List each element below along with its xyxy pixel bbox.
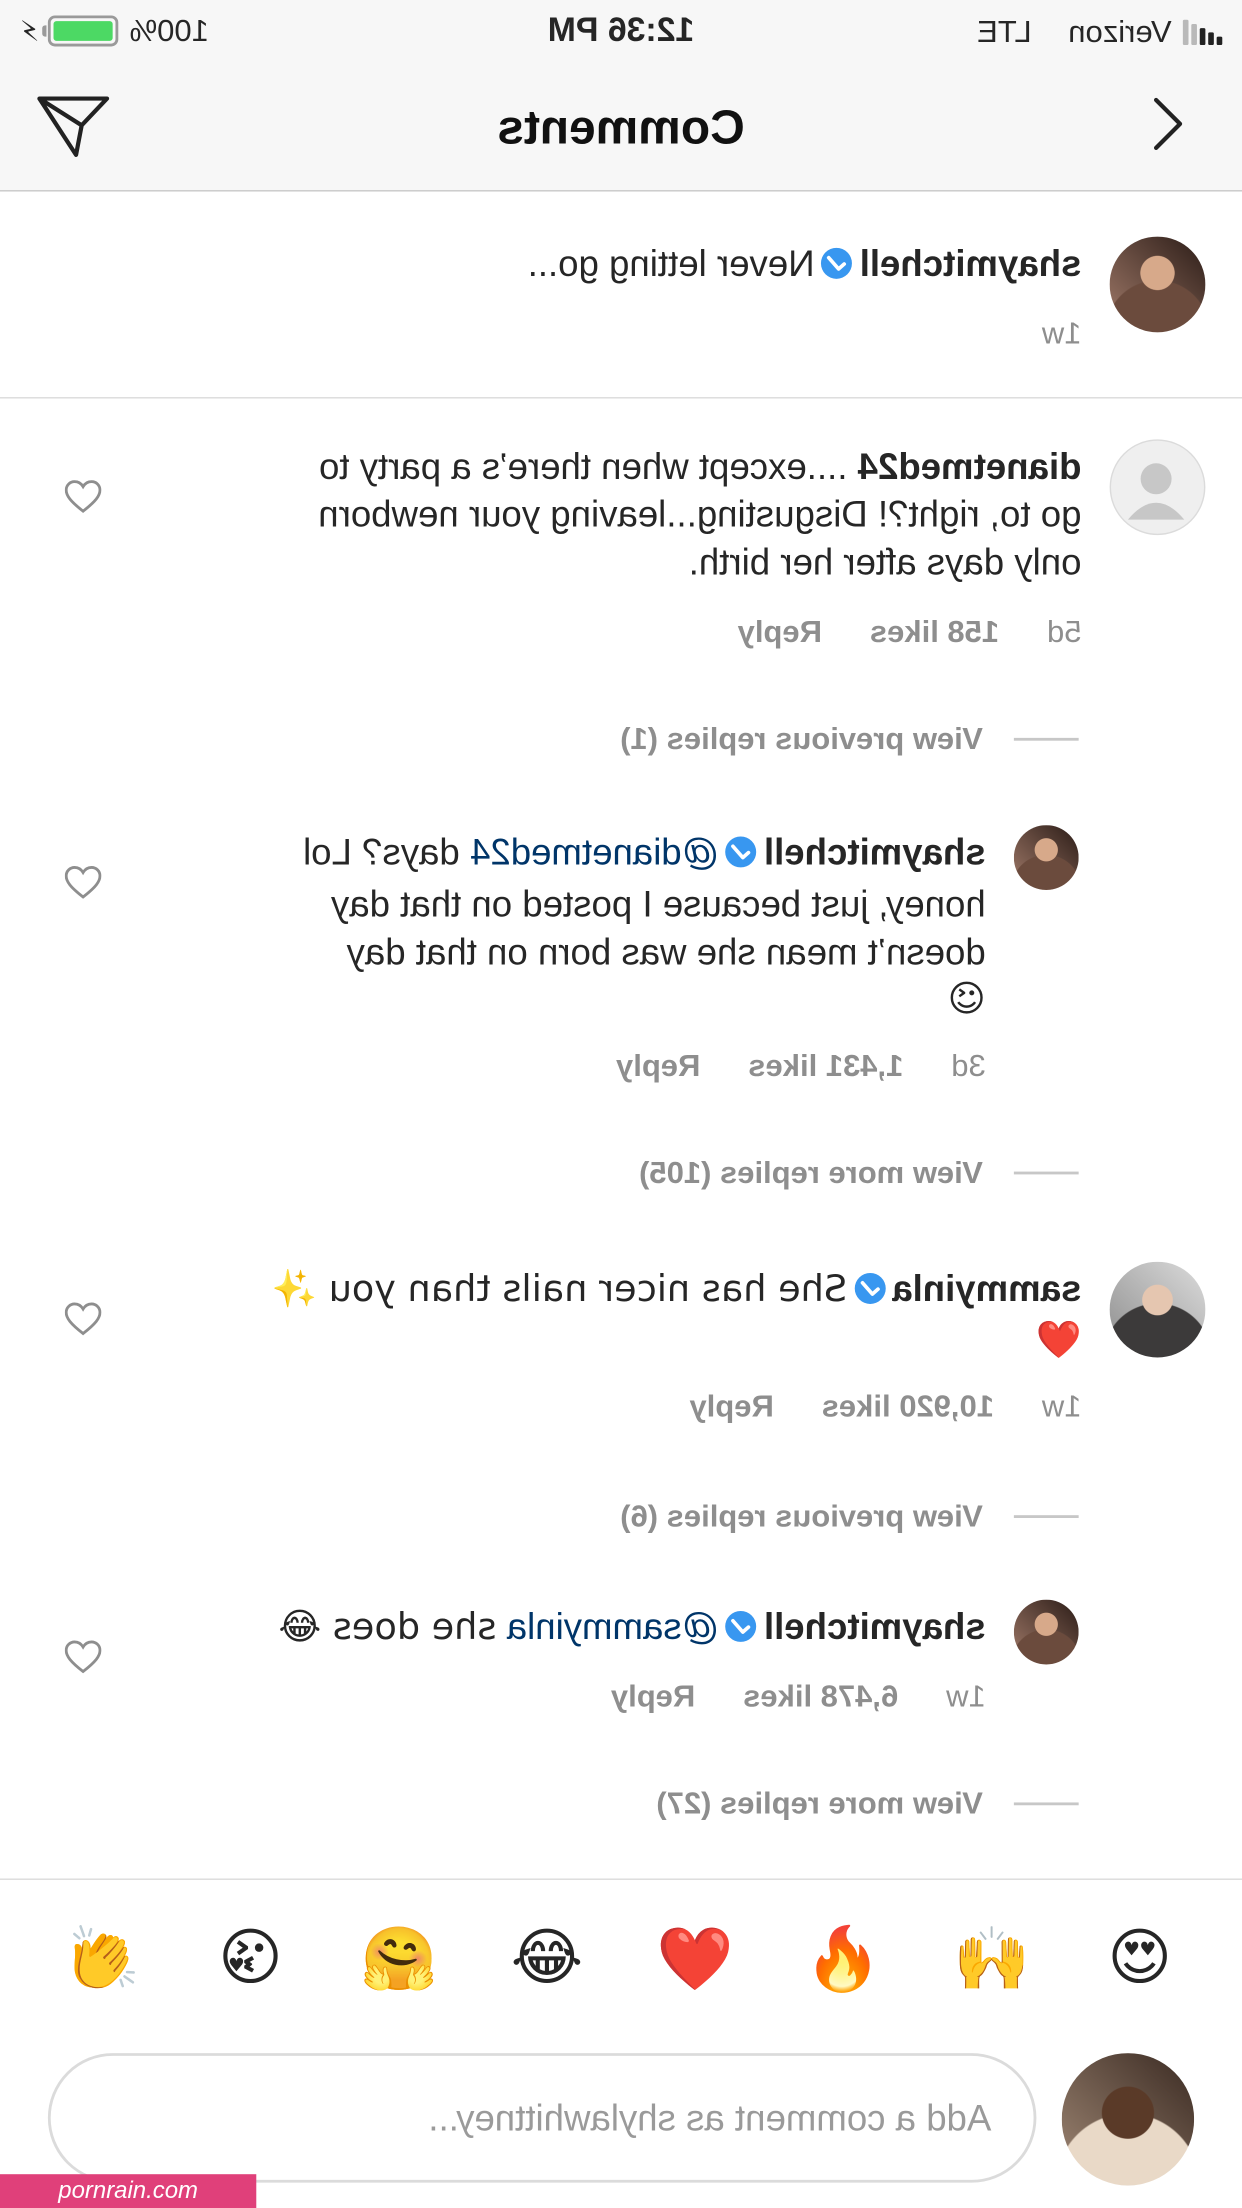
- battery-percent: 100%: [129, 12, 209, 48]
- comment-input[interactable]: Add a comment as shylawhittney...: [47, 2053, 1037, 2183]
- replies-line: [1013, 1171, 1079, 1175]
- reply-time: 1w: [946, 1678, 986, 1714]
- heart-icon: [64, 1640, 102, 1674]
- reply-username[interactable]: shaymitchell: [764, 1605, 986, 1647]
- view-replies-label: View previous replies (1): [620, 720, 983, 757]
- caption-text: shaymitchell Never letting go...: [180, 239, 1082, 292]
- caption-body: Never letting go...: [527, 242, 815, 285]
- replies-line: [1013, 737, 1079, 741]
- share-button[interactable]: [31, 90, 115, 163]
- likes-count[interactable]: 6,478 likes: [743, 1679, 898, 1716]
- mention-link[interactable]: @dianetmed24: [470, 831, 719, 873]
- reply-button[interactable]: Reply: [738, 614, 822, 651]
- reply-line: honey, just because I posted on that day: [330, 882, 986, 926]
- reply-button[interactable]: Reply: [611, 1679, 695, 1716]
- emoji-laughing-button[interactable]: 😂: [502, 1913, 592, 2003]
- nav-bar: Comments: [0, 61, 1242, 192]
- comment-line: She has nicer nails than you ✨: [271, 1268, 848, 1311]
- mention-link[interactable]: @sammyinla: [507, 1605, 719, 1647]
- comment-text: sammyinlaShe has nicer nails than you ✨ …: [152, 1265, 1081, 1365]
- comment-line: only days after her birth.: [688, 540, 1082, 583]
- caption-time: 1w: [1041, 315, 1082, 351]
- battery-icon: [47, 15, 119, 47]
- view-replies-link[interactable]: View previous replies (1): [620, 720, 1079, 758]
- comment-username[interactable]: dianetmed24: [858, 445, 1082, 487]
- composer-avatar: [1061, 2053, 1195, 2186]
- caption-meta: 1w: [1042, 315, 1082, 352]
- reply-meta: 1w 6,478 likes Reply: [611, 1679, 986, 1716]
- reply-username[interactable]: shaymitchell: [764, 831, 986, 873]
- status-right: 100% ⚡: [20, 13, 209, 50]
- verified-badge-icon: [820, 244, 854, 292]
- comment-time: 1w: [1041, 1388, 1082, 1424]
- view-replies-link[interactable]: View more replies (105): [639, 1155, 1079, 1192]
- view-replies-label: View previous replies (6): [620, 1498, 983, 1534]
- reply-button[interactable]: Reply: [689, 1388, 773, 1425]
- page-title: Comments: [497, 101, 745, 155]
- emoji-quick-bar: 😍 🙌 🔥 ❤️ 😂 🤗 😘 👏: [0, 1878, 1242, 2037]
- replies-line: [1013, 1515, 1079, 1518]
- like-button[interactable]: [62, 1298, 104, 1340]
- emoji-raised-hands-button[interactable]: 🙌: [946, 1913, 1036, 2003]
- comment-text: dianetmed24 ....except when there’s a pa…: [152, 442, 1081, 586]
- like-button[interactable]: [62, 1636, 104, 1678]
- watermark: pornrain.com: [0, 2174, 257, 2208]
- comment-username[interactable]: sammyinla: [892, 1267, 1081, 1309]
- comment-line: go to, right?! Disgusting...leaving your…: [318, 492, 1082, 536]
- likes-count[interactable]: 1,431 likes: [748, 1048, 903, 1085]
- comment-meta: 1w 10,920 likes Reply: [689, 1388, 1081, 1425]
- verified-badge-icon: [724, 1607, 758, 1655]
- view-replies-link[interactable]: View previous replies (6): [620, 1498, 1079, 1535]
- verified-badge-icon: [724, 832, 758, 880]
- emoji-clapping-button[interactable]: 👏: [57, 1913, 147, 2003]
- charging-icon: ⚡: [19, 16, 40, 48]
- reply-line: days? Lol: [303, 830, 460, 874]
- reply-line: doesn’t mean she was born on that day: [346, 930, 986, 974]
- reply-avatar[interactable]: [1013, 1599, 1079, 1665]
- emoji-kiss-button[interactable]: 😘: [205, 1913, 295, 2003]
- heart-icon: [64, 866, 102, 899]
- verified-badge-icon: [853, 1269, 887, 1317]
- status-bar: Verizon LTE 12:36 PM 100% ⚡: [0, 0, 1242, 62]
- reply-button[interactable]: Reply: [616, 1048, 700, 1085]
- reply-time: 3d: [951, 1047, 986, 1083]
- comment-avatar[interactable]: [1109, 439, 1206, 536]
- emoji-red-heart-button[interactable]: ❤️: [650, 1913, 740, 2003]
- reply-meta: 3d 1,431 likes Reply: [616, 1048, 986, 1085]
- heart-icon: [64, 480, 102, 513]
- replies-line: [1013, 1802, 1079, 1806]
- like-button[interactable]: [62, 862, 104, 904]
- comment-meta: 5d 158 likes Reply: [738, 614, 1082, 651]
- reply-avatar[interactable]: [1013, 825, 1079, 890]
- reply-line: she does 😂: [278, 1606, 497, 1649]
- likes-count[interactable]: 10,920 likes: [822, 1388, 994, 1425]
- emoji-fire-button[interactable]: 🔥: [798, 1913, 888, 2003]
- caption-avatar[interactable]: [1109, 236, 1206, 333]
- default-user-icon: [1127, 463, 1185, 520]
- view-replies-label: View more replies (105): [639, 1154, 983, 1190]
- heart-icon: [64, 1302, 102, 1336]
- reply-text: shaymitchell @sammyinla she does 😂: [141, 1602, 986, 1654]
- comment-emoji: ❤️: [1035, 1319, 1082, 1362]
- caption-username[interactable]: shaymitchell: [860, 242, 1082, 284]
- view-replies-label: View more replies (27): [656, 1785, 983, 1821]
- comment-avatar[interactable]: [1109, 1261, 1206, 1358]
- emoji-hugging-button[interactable]: 🤗: [354, 1913, 444, 2003]
- reply-emoji: 😉: [947, 978, 986, 1021]
- view-replies-link[interactable]: View more replies (27): [656, 1785, 1079, 1823]
- direct-send-icon: [37, 96, 110, 158]
- like-button[interactable]: [62, 476, 104, 518]
- likes-count[interactable]: 158 likes: [870, 614, 999, 651]
- comment-line: ....except when there’s a party to: [318, 444, 848, 488]
- reply-text: shaymitchell @dianetmed24 days? Lol honey…: [169, 828, 986, 1024]
- comment-time: 5d: [1046, 613, 1082, 650]
- emoji-heart-eyes-button[interactable]: 😍: [1095, 1913, 1185, 2003]
- mirrored-screen: Verizon LTE 12:36 PM 100% ⚡ Comments sha…: [0, 0, 1242, 2208]
- caption-divider: [0, 397, 1242, 399]
